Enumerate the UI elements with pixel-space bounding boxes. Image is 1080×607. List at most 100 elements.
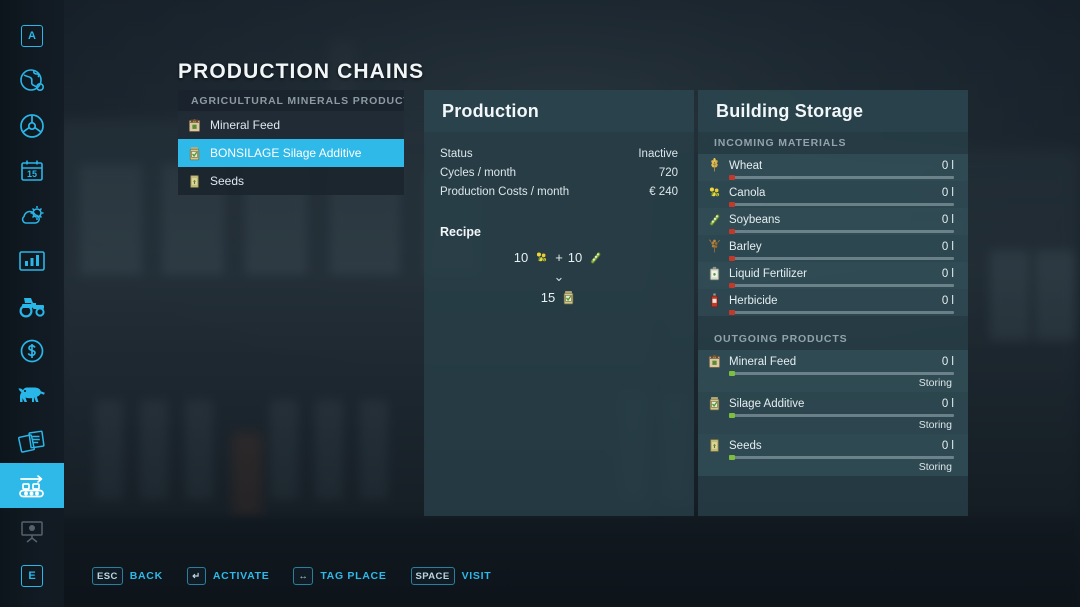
list-item-label: Mineral Feed <box>210 118 281 132</box>
help-item-back[interactable]: ESC BACK <box>92 567 163 585</box>
page-title: PRODUCTION CHAINS <box>178 60 425 83</box>
sidebar-item-finances[interactable] <box>0 328 64 373</box>
storage-item-name: Liquid Fertilizer <box>729 267 807 280</box>
status-dot <box>729 283 735 288</box>
sidebar-item-contracts[interactable] <box>0 418 64 463</box>
sidebar-item-calendar[interactable]: 15 <box>0 148 64 193</box>
silage-additive-icon <box>709 397 720 411</box>
key-a-icon: A <box>21 24 43 47</box>
help-item-tag-place[interactable]: ↔ TAG PLACE <box>293 567 386 585</box>
help-label: VISIT <box>461 570 492 582</box>
list-item[interactable]: Seeds <box>178 167 404 195</box>
storage-fill-bar <box>729 283 954 288</box>
stat-row-costs: Production Costs / month € 240 <box>424 182 694 201</box>
list-item[interactable]: Silage Additive 0 l Storing <box>698 392 968 434</box>
list-item[interactable]: Mineral Feed <box>178 111 404 139</box>
list-item-label: BONSILAGE Silage Additive <box>210 146 362 160</box>
production-panel-title: Production <box>424 90 694 132</box>
globe-icon <box>20 68 44 91</box>
status-dot <box>729 310 735 315</box>
storage-fill-bar <box>729 455 954 460</box>
storage-item-status: Storing <box>918 377 952 389</box>
help-label: TAG PLACE <box>320 570 387 582</box>
status-dot <box>729 175 735 180</box>
key-esc-icon: ESC <box>92 567 123 585</box>
easel-icon <box>21 520 43 543</box>
sidebar-item-map-key-a[interactable]: A <box>0 13 64 58</box>
help-item-visit[interactable]: SPACE VISIT <box>410 567 492 585</box>
liquid-fertilizer-icon <box>709 266 720 281</box>
seeds-icon <box>190 174 199 188</box>
storage-fill-bar <box>729 229 954 234</box>
storage-item-amount: 0 l <box>941 355 954 368</box>
storage-item-name: Silage Additive <box>729 397 805 410</box>
herbicide-icon <box>711 293 718 308</box>
storage-item-amount: 0 l <box>941 240 954 253</box>
stat-label: Production Costs / month <box>440 185 570 198</box>
tractor-icon <box>19 297 45 318</box>
production-chain-list[interactable]: AGRICULTURAL MINERALS PRODUCTION Mineral… <box>178 90 404 196</box>
conveyor-belt-icon <box>19 474 44 497</box>
list-item[interactable]: Mineral Feed 0 l Storing <box>698 350 968 392</box>
storage-fill-bar <box>729 371 954 376</box>
sidebar-item-statistics[interactable] <box>0 238 64 283</box>
status-dot <box>729 256 735 261</box>
storage-fill-bar <box>729 175 954 180</box>
svg-text:15: 15 <box>27 169 37 179</box>
weather-sun-cloud-icon <box>21 205 44 224</box>
sidebar-rail[interactable]: A 15 E <box>0 0 64 607</box>
stat-row-cycles: Cycles / month 720 <box>424 163 694 182</box>
silage-additive-icon <box>564 290 574 304</box>
help-label: ACTIVATE <box>212 570 270 582</box>
recipe-body: 10 + 10 ⌄ 15 <box>424 247 694 307</box>
sidebar-item-construction[interactable] <box>0 508 64 553</box>
list-item[interactable]: Barley 0 l <box>698 235 968 262</box>
list-item[interactable]: Wheat 0 l <box>698 154 968 181</box>
storage-fill-bar <box>729 256 954 261</box>
stat-value: 720 <box>658 166 678 179</box>
sidebar-item-production-chains[interactable] <box>0 463 64 508</box>
mineral-feed-icon <box>188 118 201 132</box>
sidebar-item-weather[interactable] <box>0 193 64 238</box>
status-dot <box>729 413 735 418</box>
sidebar-item-vehicles-steering[interactable] <box>0 103 64 148</box>
recipe-plus: + <box>555 249 563 265</box>
help-item-activate[interactable]: ↵ ACTIVATE <box>186 567 270 585</box>
storage-item-amount: 0 l <box>941 294 954 307</box>
recipe-arrow-icon: ⌄ <box>553 269 565 284</box>
list-item[interactable]: Soybeans 0 l <box>698 208 968 235</box>
sidebar-item-vehicles[interactable] <box>0 283 64 328</box>
help-label: BACK <box>129 570 163 582</box>
status-dot <box>729 202 735 207</box>
list-item[interactable]: Liquid Fertilizer 0 l <box>698 262 968 289</box>
key-e-icon: E <box>21 564 43 587</box>
stat-value: € 240 <box>649 185 678 198</box>
cow-icon <box>18 387 45 402</box>
list-item-label: Seeds <box>210 174 245 188</box>
outgoing-products-header: OUTGOING PRODUCTS <box>714 333 848 345</box>
storage-panel-title: Building Storage <box>698 90 968 132</box>
list-item[interactable]: Herbicide 0 l <box>698 289 968 316</box>
stat-value: Inactive <box>638 147 678 160</box>
storage-fill-bar <box>729 310 954 315</box>
storage-item-name: Mineral Feed <box>729 355 797 368</box>
sidebar-item-animals[interactable] <box>0 373 64 418</box>
dollar-coin-icon <box>20 339 44 362</box>
list-item[interactable]: Canola 0 l <box>698 181 968 208</box>
production-panel: Production Status Inactive Cycles / mont… <box>424 90 694 516</box>
storage-item-status: Storing <box>918 461 952 473</box>
storage-fill-bar <box>729 202 954 207</box>
list-item[interactable]: Seeds 0 l Storing <box>698 434 968 476</box>
key-arrows-icon: ↔ <box>293 567 314 585</box>
bar-chart-icon <box>19 250 45 271</box>
storage-item-name: Soybeans <box>729 213 781 226</box>
documents-icon <box>18 430 45 453</box>
recipe-title: Recipe <box>440 225 481 239</box>
soybeans-icon <box>709 213 720 226</box>
storage-item-amount: 0 l <box>941 213 954 226</box>
incoming-materials-header: INCOMING MATERIALS <box>714 137 847 149</box>
sidebar-item-globe[interactable] <box>0 58 64 103</box>
storage-item-amount: 0 l <box>941 439 954 452</box>
list-item[interactable]: BONSILAGE Silage Additive <box>178 139 404 167</box>
sidebar-item-key-e[interactable]: E <box>0 553 64 598</box>
